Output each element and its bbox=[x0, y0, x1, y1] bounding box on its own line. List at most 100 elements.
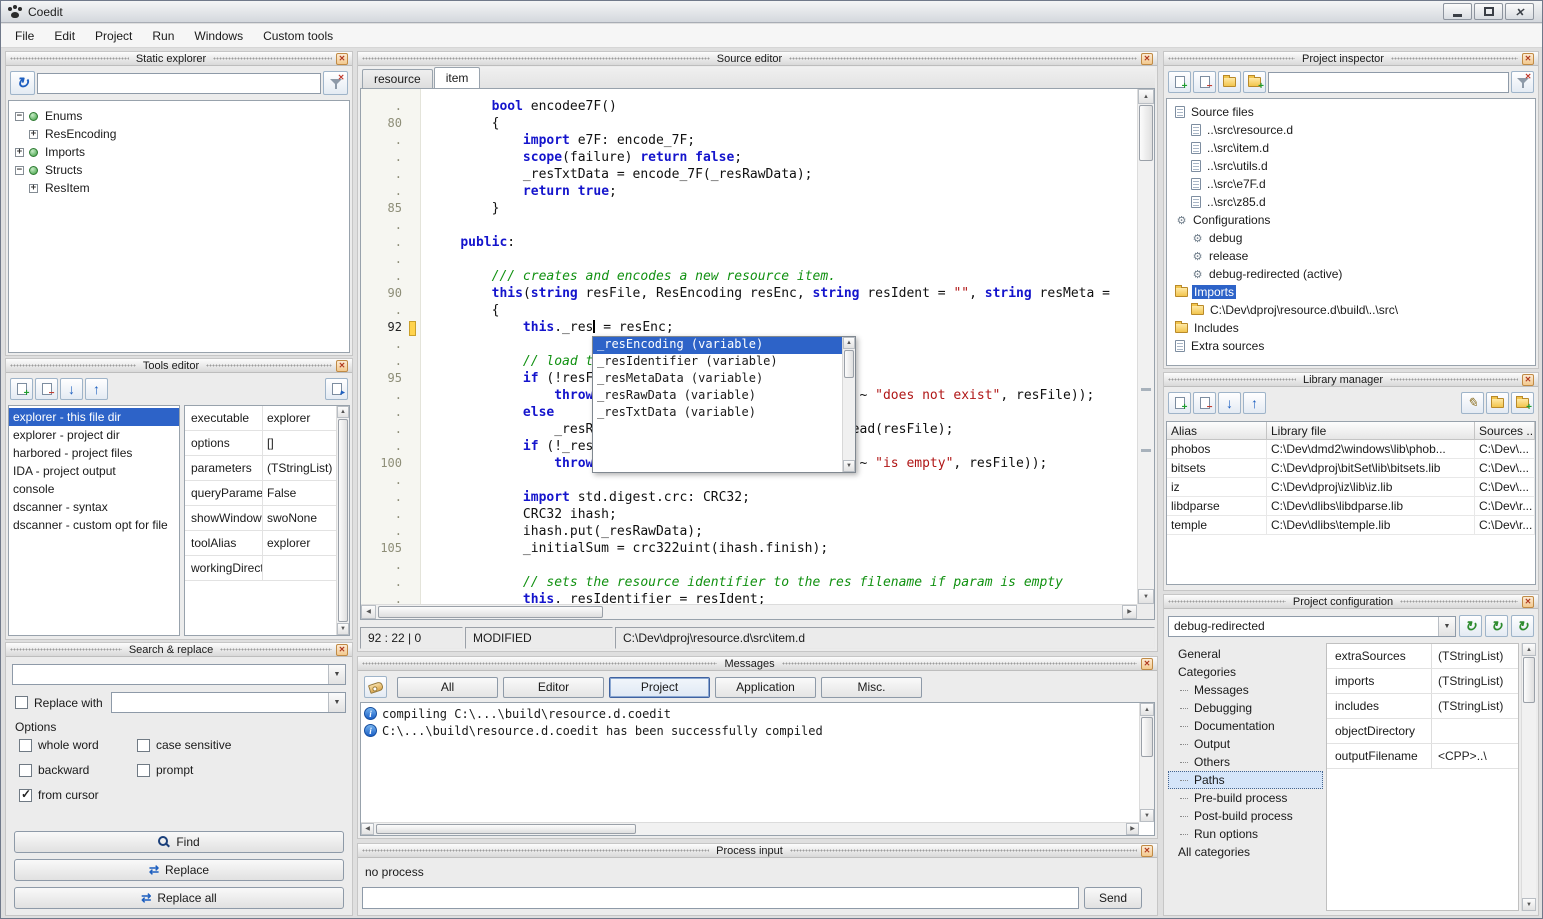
property-row-extrasources[interactable]: extraSources(TStringList) bbox=[1327, 644, 1518, 669]
property-row-objectdirectory[interactable]: objectDirectory bbox=[1327, 719, 1518, 744]
tree-item-resencoding[interactable]: +ResEncoding bbox=[9, 125, 349, 143]
completion-item[interactable]: _resEncoding (variable) bbox=[593, 337, 842, 354]
clear-filter-button[interactable] bbox=[1511, 71, 1534, 93]
library-row-bitsets[interactable]: bitsetsC:\Dev\dproj\bitSet\lib\bitsets.l… bbox=[1167, 459, 1535, 478]
code-line[interactable]: . bbox=[361, 558, 1137, 575]
message-item[interactable]: C:\...\build\resource.d.coedit has been … bbox=[361, 722, 1139, 739]
open-library-folder-button[interactable] bbox=[1486, 392, 1509, 414]
tree-item-enums[interactable]: −Enums bbox=[9, 107, 349, 125]
property-row-options[interactable]: options[] bbox=[185, 431, 336, 456]
tool-item-dscanner-custom-opt-for-file[interactable]: dscanner - custom opt for file bbox=[9, 516, 179, 534]
code-line[interactable]: 90 this(string resFile, ResEncoding resE… bbox=[361, 286, 1137, 303]
editor-vertical-scrollbar[interactable] bbox=[1137, 89, 1154, 604]
dock-grip[interactable] bbox=[1391, 57, 1518, 61]
config-sync-button-2[interactable] bbox=[1485, 615, 1508, 637]
tool-item-dscanner-syntax[interactable]: dscanner - syntax bbox=[9, 498, 179, 516]
edit-library-button[interactable] bbox=[1461, 392, 1484, 414]
filter-all[interactable]: All bbox=[397, 677, 498, 698]
dock-grip[interactable] bbox=[1390, 378, 1518, 382]
scroll-up-button[interactable] bbox=[1138, 89, 1154, 104]
property-row-imports[interactable]: imports(TStringList) bbox=[1327, 669, 1518, 694]
checkbox-from-cursor[interactable]: from cursor bbox=[19, 788, 137, 802]
category-all-categories[interactable]: All categories bbox=[1168, 843, 1323, 861]
inspector-item-src-e7f-d[interactable]: ..\src\e7F.d bbox=[1167, 175, 1535, 193]
checkbox-box[interactable] bbox=[19, 764, 32, 777]
tool-item-console[interactable]: console bbox=[9, 480, 179, 498]
code-line[interactable]: 92 this._res = resEnc; bbox=[361, 320, 1137, 337]
send-button[interactable]: Send bbox=[1084, 887, 1142, 909]
code-line[interactable]: . /// creates and encodes a new resource… bbox=[361, 269, 1137, 286]
code-line[interactable]: . public: bbox=[361, 235, 1137, 252]
clear-filter-button[interactable] bbox=[323, 71, 348, 95]
dock-grip[interactable] bbox=[213, 57, 332, 61]
property-row-workingdirectory[interactable]: workingDirectory bbox=[185, 556, 336, 581]
refresh-button[interactable] bbox=[10, 71, 35, 95]
panel-close-button[interactable] bbox=[336, 644, 348, 656]
property-row-outputfilename[interactable]: outputFilename<CPP>..\ bbox=[1327, 744, 1518, 769]
dock-grip[interactable] bbox=[206, 364, 332, 368]
find-button[interactable]: Find bbox=[14, 831, 344, 853]
panel-close-button[interactable] bbox=[1141, 845, 1153, 857]
completion-item[interactable]: _resTxtData (variable) bbox=[593, 405, 842, 422]
add-library-folder-button[interactable] bbox=[1511, 392, 1534, 414]
panel-close-button[interactable] bbox=[336, 53, 348, 65]
library-row-temple[interactable]: templeC:\Dev\dlibs\temple.libC:\Dev\r... bbox=[1167, 516, 1535, 535]
move-tool-up-button[interactable] bbox=[85, 378, 108, 400]
code-line[interactable]: . bbox=[361, 252, 1137, 269]
code-line[interactable]: . _resTxtData = encode_7F(_resRawData); bbox=[361, 167, 1137, 184]
checkbox-box[interactable] bbox=[137, 739, 150, 752]
panel-close-button[interactable] bbox=[1522, 374, 1534, 386]
expander-icon[interactable]: − bbox=[15, 166, 24, 175]
category-post-build-process[interactable]: Post-build process bbox=[1168, 807, 1323, 825]
menu-item-custom-tools[interactable]: Custom tools bbox=[253, 25, 343, 47]
clear-messages-button[interactable] bbox=[364, 676, 387, 698]
category-output[interactable]: Output bbox=[1168, 735, 1323, 753]
close-button[interactable] bbox=[1505, 3, 1534, 20]
scroll-up-button[interactable] bbox=[1140, 703, 1154, 716]
library-row-libdparse[interactable]: libdparseC:\Dev\dlibs\libdparse.libC:\De… bbox=[1167, 497, 1535, 516]
add-source-button[interactable] bbox=[1168, 71, 1191, 93]
property-row-executable[interactable]: executableexplorer bbox=[185, 406, 336, 431]
property-row-toolalias[interactable]: toolAliasexplorer bbox=[185, 531, 336, 556]
search-term-combo[interactable] bbox=[12, 664, 346, 685]
inspector-item-src-utils-d[interactable]: ..\src\utils.d bbox=[1167, 157, 1535, 175]
category-others[interactable]: Others bbox=[1168, 753, 1323, 771]
panel-close-button[interactable] bbox=[1522, 596, 1534, 608]
titlebar[interactable]: Coedit bbox=[1, 1, 1542, 23]
column-header-sources[interactable]: Sources ... bbox=[1475, 422, 1535, 440]
panel-header[interactable]: Static explorer bbox=[6, 52, 352, 66]
panel-header[interactable]: Process input bbox=[358, 844, 1157, 858]
expander-icon[interactable]: − bbox=[15, 112, 24, 121]
tab-item[interactable]: item bbox=[434, 67, 481, 88]
code-line[interactable]: 80 { bbox=[361, 116, 1137, 133]
category-debugging[interactable]: Debugging bbox=[1168, 699, 1323, 717]
move-library-up-button[interactable] bbox=[1243, 392, 1266, 414]
completion-scrollbar[interactable] bbox=[842, 337, 855, 472]
configuration-scrollbar[interactable] bbox=[1521, 643, 1536, 911]
code-line[interactable]: . import e7F: encode_7F; bbox=[361, 133, 1137, 150]
panel-close-button[interactable] bbox=[1522, 53, 1534, 65]
panel-header[interactable]: Tools editor bbox=[6, 359, 352, 373]
search-term-value[interactable] bbox=[13, 665, 328, 684]
scrollbar-thumb[interactable] bbox=[378, 606, 603, 618]
scroll-up-button[interactable] bbox=[843, 337, 855, 349]
move-library-down-button[interactable] bbox=[1218, 392, 1241, 414]
scroll-right-button[interactable] bbox=[1122, 605, 1137, 619]
add-library-button[interactable] bbox=[1168, 392, 1191, 414]
filter-editor[interactable]: Editor bbox=[503, 677, 604, 698]
dock-grip[interactable] bbox=[10, 364, 136, 368]
tool-item-ida-project-output[interactable]: IDA - project output bbox=[9, 462, 179, 480]
inspector-item-release[interactable]: release bbox=[1167, 247, 1535, 265]
code-line[interactable]: . bbox=[361, 473, 1137, 490]
config-sync-button-3[interactable] bbox=[1511, 615, 1534, 637]
menu-item-file[interactable]: File bbox=[5, 25, 44, 47]
editor-horizontal-scrollbar[interactable] bbox=[361, 604, 1137, 619]
completion-item[interactable]: _resRawData (variable) bbox=[593, 388, 842, 405]
dock-grip[interactable] bbox=[362, 662, 717, 666]
expander-icon[interactable]: + bbox=[15, 148, 24, 157]
scroll-down-button[interactable] bbox=[1522, 898, 1536, 911]
tab-resource[interactable]: resource bbox=[362, 69, 433, 88]
menu-item-run[interactable]: Run bbox=[142, 25, 184, 47]
code-line[interactable]: . // sets the resource identifier to the… bbox=[361, 575, 1137, 592]
inspector-item-debug-redirected-active[interactable]: debug-redirected (active) bbox=[1167, 265, 1535, 283]
